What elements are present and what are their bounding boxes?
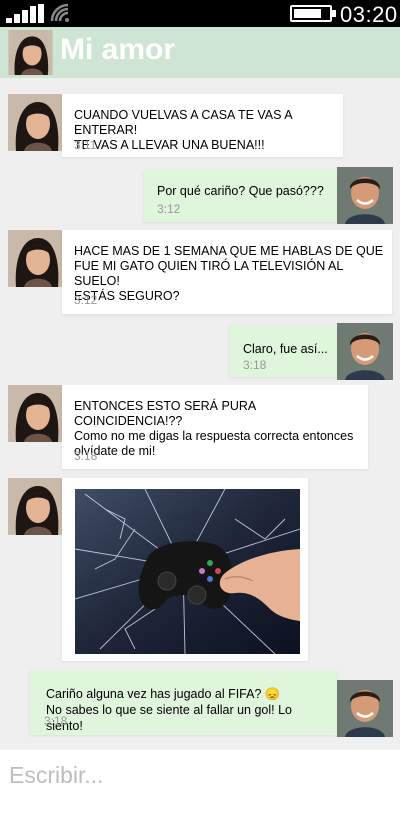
message-bubble-incoming[interactable]: HACE MAS DE 1 SEMANA QUE ME HABLAS DE QU… [62, 230, 392, 314]
contact-avatar [8, 230, 64, 287]
message-text: Cariño alguna vez has jugado al FIFA? 😞 … [46, 687, 292, 733]
message-input[interactable] [9, 755, 389, 795]
message-time: 3:18 [44, 714, 68, 728]
message-time: 3:12 [74, 293, 98, 307]
message-text: ENTONCES ESTO SERÁ PURA COINCIDENCIA!?? … [74, 399, 354, 458]
contact-avatar [8, 478, 64, 535]
contact-avatar [8, 94, 64, 151]
message-time: 3:11 [74, 138, 97, 152]
my-avatar [337, 680, 393, 737]
message-bubble-outgoing[interactable]: Por qué cariño? Que pasó??? 3:12 [144, 170, 337, 222]
message-time: 3:18 [74, 449, 98, 463]
status-time: 03:20 [340, 2, 398, 27]
contact-avatar[interactable] [8, 30, 53, 75]
battery-icon [290, 5, 336, 22]
my-avatar [337, 323, 393, 380]
message-text: HACE MAS DE 1 SEMANA QUE ME HABLAS DE QU… [74, 244, 384, 303]
message-text: Claro, fue así... [243, 342, 328, 356]
message-composer [0, 750, 400, 825]
message-bubble-incoming[interactable]: CUANDO VUELVAS A CASA TE VAS A ENTERAR! … [62, 94, 343, 157]
contact-avatar [8, 385, 64, 442]
message-bubble-outgoing[interactable]: Cariño alguna vez has jugado al FIFA? 😞 … [30, 670, 337, 735]
message-text: Por qué cariño? Que pasó??? [157, 184, 324, 198]
chat-header: Mi amor [0, 27, 400, 78]
my-avatar [337, 167, 393, 224]
message-bubble-outgoing[interactable]: Claro, fue así... 3:18 [230, 325, 337, 377]
message-time: 3:18 [243, 358, 267, 372]
message-time: 3:12 [157, 202, 181, 216]
broken-tv-photo[interactable] [75, 489, 300, 654]
cell-signal-icon [6, 4, 46, 23]
message-text: CUANDO VUELVAS A CASA TE VAS A ENTERAR! … [74, 108, 292, 152]
contact-name: Mi amor [60, 33, 176, 66]
message-bubble-incoming[interactable]: ENTONCES ESTO SERÁ PURA COINCIDENCIA!?? … [62, 385, 368, 469]
wifi-icon [50, 3, 72, 23]
status-bar: 03:20 [0, 0, 400, 27]
